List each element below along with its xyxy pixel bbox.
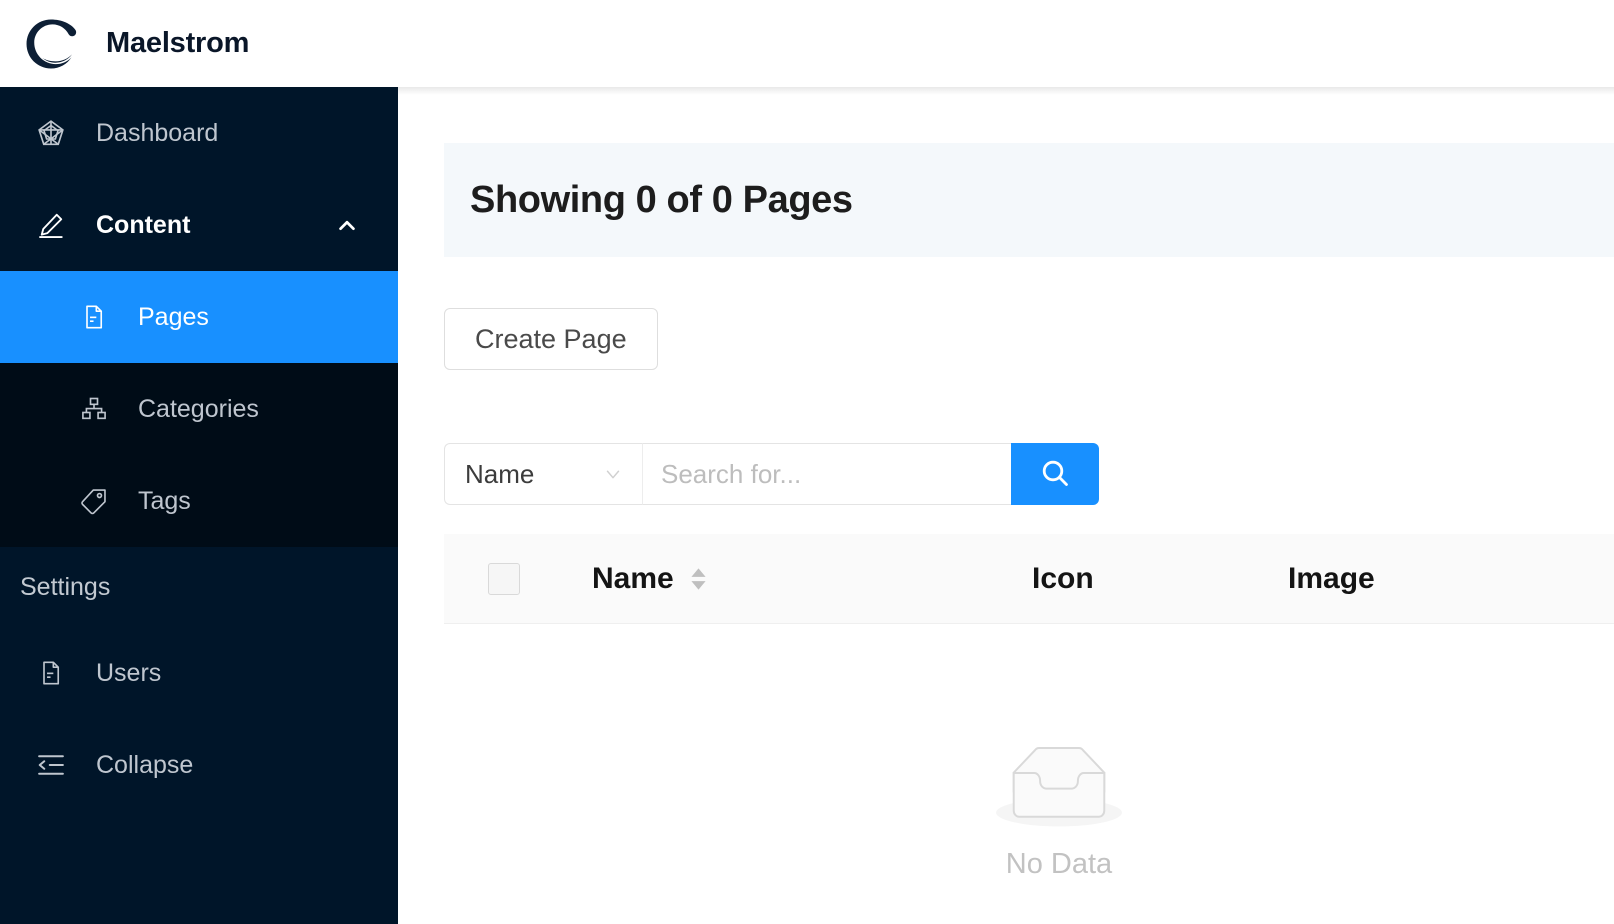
table-header-image: Image (1288, 561, 1375, 595)
main-content: Showing 0 of 0 Pages Create Page Name Se… (398, 87, 1614, 924)
sidebar-item-categories[interactable]: Categories (0, 363, 398, 455)
sidebar-item-label: Content (96, 210, 191, 239)
empty-state-label: No Data (1005, 848, 1113, 880)
search-icon (1039, 457, 1071, 492)
table-header-row: Name Icon Image (444, 534, 1614, 624)
search-field-select[interactable]: Name (444, 443, 642, 505)
search-bar: Name (444, 443, 1099, 505)
sidebar-item-tags[interactable]: Tags (0, 455, 398, 547)
pages-table: Name Icon Image (444, 534, 1614, 624)
edit-pencil-icon (36, 210, 66, 240)
create-page-button[interactable]: Create Page (444, 308, 658, 370)
sidebar-item-dashboard[interactable]: Dashboard (0, 87, 398, 179)
app-title: Maelstrom (106, 27, 250, 59)
sidebar-item-label: Categories (138, 394, 259, 423)
table-header-icon: Icon (1032, 561, 1094, 595)
menu-fold-icon (36, 750, 66, 780)
radar-chart-icon (36, 118, 66, 148)
sidebar-item-content[interactable]: Content (0, 179, 398, 271)
brand[interactable]: Maelstrom (0, 15, 249, 73)
sidebar-item-pages[interactable]: Pages (0, 271, 398, 363)
chevron-down-icon (602, 463, 624, 485)
sidebar-submenu-content: Pages Categories Tags (0, 271, 398, 547)
sidebar: Dashboard Content Pages Categories Tags … (0, 87, 398, 924)
sitemap-icon (80, 395, 108, 423)
empty-state: No Data (444, 747, 1614, 881)
sidebar-item-collapse[interactable]: Collapse (0, 719, 398, 811)
search-field-selected-value: Name (465, 458, 535, 489)
file-text-icon (80, 303, 108, 331)
file-text-icon (36, 658, 66, 688)
top-header-bar: Maelstrom (0, 0, 1614, 95)
sidebar-item-users[interactable]: Users (0, 627, 398, 719)
empty-box-icon (996, 747, 1122, 834)
results-banner: Showing 0 of 0 Pages (444, 143, 1614, 257)
maelstrom-swirl-logo-icon (22, 15, 80, 73)
table-header-label: Name (592, 561, 674, 595)
page-title: Showing 0 of 0 Pages (470, 178, 853, 221)
sidebar-item-label: Dashboard (96, 118, 219, 147)
tag-icon (80, 487, 108, 515)
sidebar-group-settings: Settings (20, 572, 111, 601)
sidebar-item-label: Collapse (96, 750, 194, 779)
sidebar-item-label: Users (96, 658, 162, 687)
select-all-checkbox[interactable] (488, 562, 520, 595)
table-header-select-all (444, 562, 592, 595)
chevron-up-icon[interactable] (336, 214, 358, 236)
sidebar-item-label: Tags (138, 486, 191, 515)
sidebar-item-label: Pages (138, 302, 209, 331)
app-root: Maelstrom Dashboard Content Pages Catego… (0, 0, 1614, 924)
sort-arrows-icon[interactable] (690, 566, 707, 592)
table-header-name[interactable]: Name (592, 562, 1032, 596)
search-submit-button[interactable] (1011, 443, 1099, 505)
search-input[interactable] (642, 443, 1011, 505)
